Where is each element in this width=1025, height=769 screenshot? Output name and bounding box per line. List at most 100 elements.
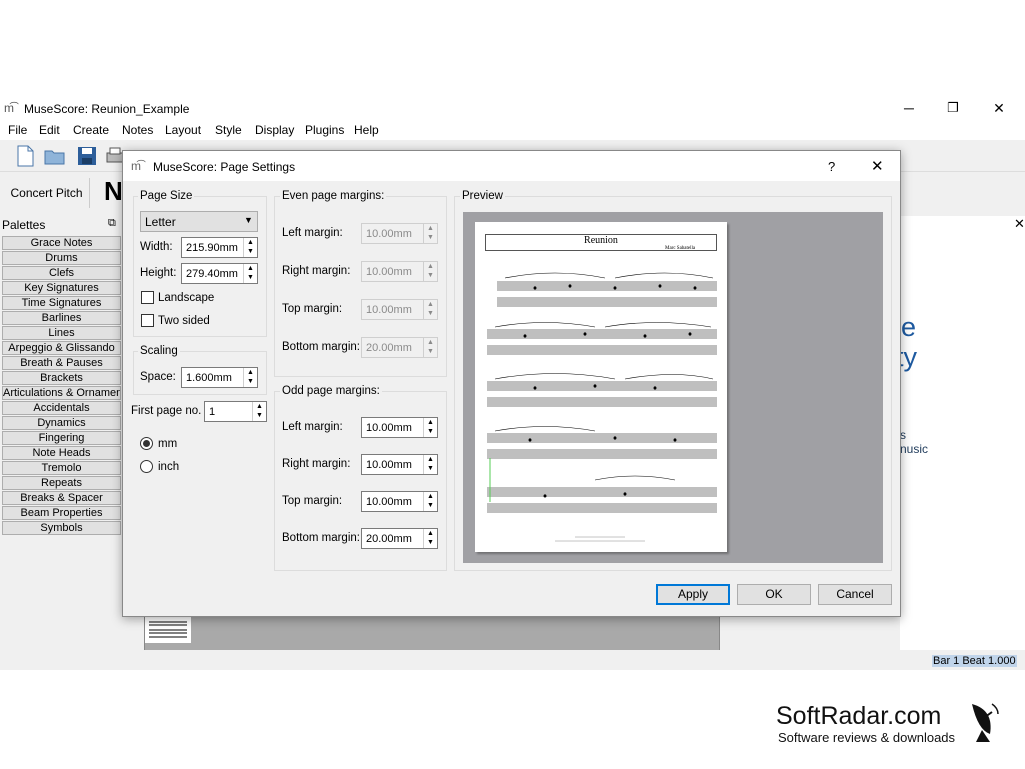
first-page-value: 1 bbox=[209, 406, 216, 418]
odd-right-value: 10.00mm bbox=[366, 459, 412, 471]
new-file-icon[interactable] bbox=[14, 145, 36, 167]
music-staves-icon bbox=[487, 272, 717, 542]
mm-radio[interactable] bbox=[140, 437, 153, 450]
palette-brackets[interactable]: Brackets bbox=[2, 371, 121, 385]
arrow-down-icon[interactable]: ▼ bbox=[427, 502, 434, 510]
width-spinbox[interactable]: 215.90mm ▲ ▼ bbox=[181, 237, 258, 258]
spin-arrows[interactable]: ▲ ▼ bbox=[243, 264, 257, 283]
spin-arrows[interactable]: ▲ ▼ bbox=[252, 402, 266, 421]
palette-beam-properties[interactable]: Beam Properties bbox=[2, 506, 121, 520]
page-settings-dialog: m͡ MuseScore: Page Settings ? ✕ Page Siz… bbox=[122, 150, 901, 617]
concert-pitch-button[interactable]: Concert Pitch bbox=[4, 178, 90, 208]
help-button[interactable]: ? bbox=[828, 159, 835, 174]
palette-grace-notes[interactable]: Grace Notes bbox=[2, 236, 121, 250]
inch-label: inch bbox=[158, 461, 180, 473]
spin-arrows[interactable]: ▲ ▼ bbox=[423, 455, 437, 474]
menu-plugins[interactable]: Plugins bbox=[305, 123, 344, 137]
odd-left-spinbox[interactable]: 10.00mm ▲ ▼ bbox=[361, 417, 438, 438]
menu-layout[interactable]: Layout bbox=[165, 123, 201, 137]
menu-create[interactable]: Create bbox=[73, 123, 109, 137]
palette-note-heads[interactable]: Note Heads bbox=[2, 446, 121, 460]
odd-bottom-label: Bottom margin: bbox=[282, 532, 360, 544]
height-value: 279.40mm bbox=[186, 268, 238, 280]
arrow-down-icon[interactable]: ▼ bbox=[427, 465, 434, 473]
even-bottom-value: 20.00mm bbox=[366, 342, 412, 354]
open-folder-icon[interactable] bbox=[44, 145, 66, 167]
palette-articulations[interactable]: Articulations & Ornaments bbox=[2, 386, 121, 400]
palette-lines[interactable]: Lines bbox=[2, 326, 121, 340]
palette-dynamics[interactable]: Dynamics bbox=[2, 416, 121, 430]
arrow-up-icon[interactable]: ▲ bbox=[247, 239, 254, 247]
minimize-button[interactable]: ─ bbox=[886, 98, 932, 120]
space-spinbox[interactable]: 1.600mm ▲ ▼ bbox=[181, 367, 258, 388]
spin-arrows[interactable]: ▲ ▼ bbox=[423, 418, 437, 437]
palette-symbols[interactable]: Symbols bbox=[2, 521, 121, 535]
menu-style[interactable]: Style bbox=[215, 123, 242, 137]
ok-button[interactable]: OK bbox=[737, 584, 811, 605]
apply-button[interactable]: Apply bbox=[656, 584, 730, 605]
palette-barlines[interactable]: Barlines bbox=[2, 311, 121, 325]
page-size-label: Page Size bbox=[138, 190, 195, 202]
palette-time-signatures[interactable]: Time Signatures bbox=[2, 296, 121, 310]
arrow-up-icon[interactable]: ▲ bbox=[427, 419, 434, 427]
odd-bottom-spinbox[interactable]: 20.00mm ▲ ▼ bbox=[361, 528, 438, 549]
menu-help[interactable]: Help bbox=[354, 123, 379, 137]
palette-tremolo[interactable]: Tremolo bbox=[2, 461, 121, 475]
palette-fingering[interactable]: Fingering bbox=[2, 431, 121, 445]
page-size-select[interactable]: Letter ▼ bbox=[140, 211, 258, 232]
palette-key-signatures[interactable]: Key Signatures bbox=[2, 281, 121, 295]
even-bottom-label: Bottom margin: bbox=[282, 341, 360, 353]
palette-breath[interactable]: Breath & Pauses bbox=[2, 356, 121, 370]
spin-arrows: ▲ ▼ bbox=[423, 224, 437, 243]
odd-left-value: 10.00mm bbox=[366, 422, 412, 434]
save-icon[interactable] bbox=[76, 145, 98, 167]
panel-close-icon[interactable]: ✕ bbox=[1014, 216, 1025, 232]
palette-repeats[interactable]: Repeats bbox=[2, 476, 121, 490]
space-value: 1.600mm bbox=[186, 372, 232, 384]
spin-arrows[interactable]: ▲ ▼ bbox=[243, 368, 257, 387]
palette-clefs[interactable]: Clefs bbox=[2, 266, 121, 280]
arrow-down-icon[interactable]: ▼ bbox=[427, 539, 434, 547]
landscape-checkbox[interactable] bbox=[141, 291, 154, 304]
odd-right-spinbox[interactable]: 10.00mm ▲ ▼ bbox=[361, 454, 438, 475]
palette-breaks[interactable]: Breaks & Spacer bbox=[2, 491, 121, 505]
arrow-down-icon[interactable]: ▼ bbox=[247, 274, 254, 282]
preview-page: Reunion Marc Sabatella bbox=[475, 222, 727, 552]
palette-arpeggio[interactable]: Arpeggio & Glissando bbox=[2, 341, 121, 355]
arrow-up-icon[interactable]: ▲ bbox=[256, 403, 263, 411]
palette-accidentals[interactable]: Accidentals bbox=[2, 401, 121, 415]
arrow-up-icon[interactable]: ▲ bbox=[247, 369, 254, 377]
two-sided-checkbox[interactable] bbox=[141, 314, 154, 327]
arrow-up-icon: ▲ bbox=[427, 301, 434, 308]
arrow-down-icon[interactable]: ▼ bbox=[256, 412, 263, 420]
menu-edit[interactable]: Edit bbox=[39, 123, 60, 137]
arrow-down-icon[interactable]: ▼ bbox=[247, 248, 254, 256]
arrow-down-icon[interactable]: ▼ bbox=[247, 378, 254, 386]
cancel-button[interactable]: Cancel bbox=[818, 584, 892, 605]
dialog-close-button[interactable]: ✕ bbox=[871, 157, 884, 175]
palette-drums[interactable]: Drums bbox=[2, 251, 121, 265]
palettes-panel: Palettes ⧉ Grace Notes Drums Clefs Key S… bbox=[0, 216, 122, 536]
maximize-button[interactable]: ❐ bbox=[930, 98, 976, 120]
mm-label: mm bbox=[158, 438, 178, 450]
menu-file[interactable]: File bbox=[8, 123, 27, 137]
odd-top-spinbox[interactable]: 10.00mm ▲ ▼ bbox=[361, 491, 438, 512]
arrow-up-icon[interactable]: ▲ bbox=[247, 265, 254, 273]
inch-radio[interactable] bbox=[140, 460, 153, 473]
close-button[interactable]: ✕ bbox=[976, 98, 1022, 120]
arrow-down-icon[interactable]: ▼ bbox=[427, 428, 434, 436]
arrow-up-icon[interactable]: ▲ bbox=[427, 493, 434, 501]
spin-arrows[interactable]: ▲ ▼ bbox=[423, 492, 437, 511]
height-spinbox[interactable]: 279.40mm ▲ ▼ bbox=[181, 263, 258, 284]
landscape-label: Landscape bbox=[158, 292, 215, 304]
even-top-label: Top margin: bbox=[282, 303, 343, 315]
spin-arrows[interactable]: ▲ ▼ bbox=[243, 238, 257, 257]
arrow-up-icon: ▲ bbox=[427, 225, 434, 232]
arrow-up-icon[interactable]: ▲ bbox=[427, 530, 434, 538]
arrow-up-icon[interactable]: ▲ bbox=[427, 456, 434, 464]
menu-display[interactable]: Display bbox=[255, 123, 294, 137]
spin-arrows[interactable]: ▲ ▼ bbox=[423, 529, 437, 548]
undock-icon[interactable]: ⧉ bbox=[108, 217, 116, 230]
first-page-spinbox[interactable]: 1 ▲ ▼ bbox=[204, 401, 267, 422]
menu-notes[interactable]: Notes bbox=[122, 123, 153, 137]
